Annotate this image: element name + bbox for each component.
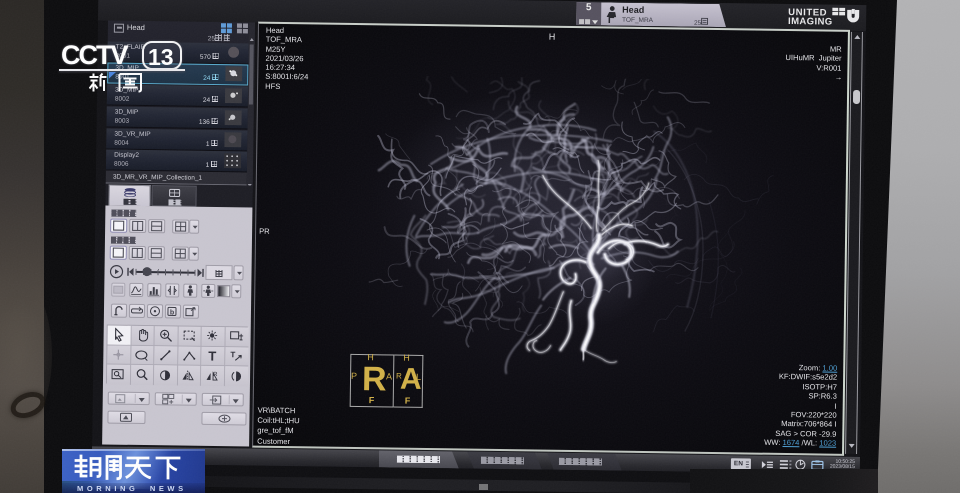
svg-text:T: T [230, 350, 235, 359]
svg-text:b: b [170, 309, 174, 316]
svg-text:R: R [213, 372, 218, 378]
svg-text:T: T [208, 349, 216, 363]
